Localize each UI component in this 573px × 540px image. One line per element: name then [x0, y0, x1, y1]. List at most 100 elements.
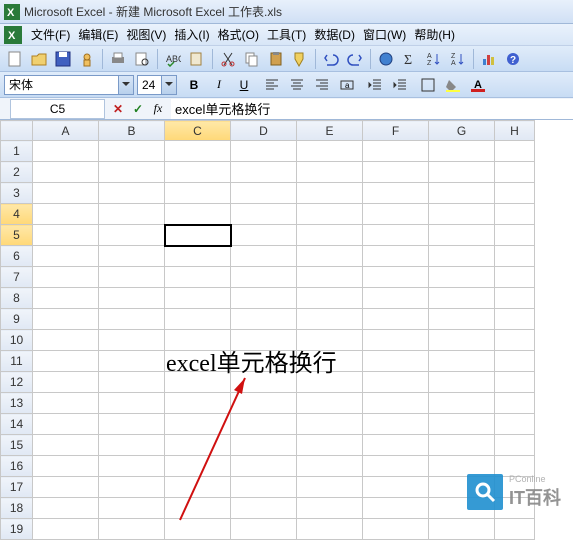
permission-button[interactable]	[76, 48, 98, 70]
cell[interactable]	[33, 204, 99, 225]
cell[interactable]	[99, 414, 165, 435]
menu-help[interactable]: 帮助(H)	[411, 24, 458, 45]
row-header[interactable]: 13	[1, 393, 33, 414]
cell[interactable]	[33, 477, 99, 498]
cell[interactable]	[231, 330, 297, 351]
hyperlink-button[interactable]	[375, 48, 397, 70]
cell[interactable]	[429, 351, 495, 372]
row-header[interactable]: 12	[1, 372, 33, 393]
sort-asc-button[interactable]: AZ	[423, 48, 445, 70]
cell[interactable]	[495, 246, 535, 267]
spelling-button[interactable]: ABC	[162, 48, 184, 70]
cell[interactable]	[429, 330, 495, 351]
menu-tools[interactable]: 工具(T)	[264, 24, 309, 45]
cell[interactable]	[33, 141, 99, 162]
font-select[interactable]: 宋体	[4, 75, 134, 95]
cell[interactable]	[363, 435, 429, 456]
cell[interactable]	[33, 267, 99, 288]
cell[interactable]	[429, 141, 495, 162]
cell[interactable]	[429, 414, 495, 435]
column-header[interactable]: A	[33, 121, 99, 141]
cell[interactable]	[165, 330, 231, 351]
cell[interactable]	[231, 351, 297, 372]
cell[interactable]	[99, 288, 165, 309]
cell[interactable]	[165, 372, 231, 393]
cell[interactable]	[99, 393, 165, 414]
cell[interactable]	[363, 183, 429, 204]
active-cell[interactable]	[165, 225, 231, 246]
cell[interactable]	[231, 456, 297, 477]
cell[interactable]	[495, 330, 535, 351]
cell[interactable]	[33, 393, 99, 414]
cell[interactable]	[165, 204, 231, 225]
cell[interactable]	[495, 267, 535, 288]
row-header[interactable]: 11	[1, 351, 33, 372]
cell[interactable]	[429, 267, 495, 288]
column-header[interactable]: G	[429, 121, 495, 141]
cell[interactable]	[33, 225, 99, 246]
cell[interactable]	[297, 456, 363, 477]
cell[interactable]	[363, 141, 429, 162]
open-button[interactable]	[28, 48, 50, 70]
cell[interactable]	[495, 141, 535, 162]
cell[interactable]	[33, 330, 99, 351]
cell[interactable]	[231, 309, 297, 330]
cell[interactable]	[429, 225, 495, 246]
column-header[interactable]: H	[495, 121, 535, 141]
cell[interactable]	[363, 456, 429, 477]
cell[interactable]	[363, 309, 429, 330]
cell[interactable]	[99, 267, 165, 288]
bold-button[interactable]: B	[183, 74, 205, 96]
column-header[interactable]: D	[231, 121, 297, 141]
cell[interactable]	[363, 414, 429, 435]
paste-button[interactable]	[265, 48, 287, 70]
cell[interactable]	[231, 477, 297, 498]
cell[interactable]	[429, 162, 495, 183]
cell[interactable]	[99, 498, 165, 519]
cell[interactable]	[495, 183, 535, 204]
cell[interactable]	[99, 225, 165, 246]
underline-button[interactable]: U	[233, 74, 255, 96]
cell[interactable]	[33, 435, 99, 456]
cell[interactable]	[231, 372, 297, 393]
row-header[interactable]: 9	[1, 309, 33, 330]
cell[interactable]	[33, 414, 99, 435]
cell[interactable]	[297, 372, 363, 393]
row-header[interactable]: 19	[1, 519, 33, 540]
cell[interactable]	[297, 519, 363, 540]
cell[interactable]	[33, 183, 99, 204]
cell[interactable]	[429, 288, 495, 309]
borders-button[interactable]	[417, 74, 439, 96]
cell[interactable]	[231, 183, 297, 204]
name-box[interactable]: C5	[10, 99, 105, 119]
cell[interactable]	[99, 477, 165, 498]
cell[interactable]	[297, 225, 363, 246]
cell[interactable]	[297, 309, 363, 330]
cell[interactable]	[99, 204, 165, 225]
cut-button[interactable]	[217, 48, 239, 70]
cell[interactable]	[33, 372, 99, 393]
font-color-button[interactable]: A	[467, 74, 489, 96]
cell[interactable]	[429, 246, 495, 267]
cell[interactable]	[33, 288, 99, 309]
cell[interactable]	[165, 183, 231, 204]
cell[interactable]	[363, 330, 429, 351]
cell[interactable]	[363, 477, 429, 498]
cell[interactable]	[165, 351, 231, 372]
menu-window[interactable]: 窗口(W)	[360, 24, 409, 45]
cell[interactable]	[363, 393, 429, 414]
cell[interactable]	[33, 351, 99, 372]
cell[interactable]	[297, 246, 363, 267]
cell[interactable]	[495, 309, 535, 330]
cell[interactable]	[99, 183, 165, 204]
font-size-select[interactable]: 24	[137, 75, 177, 95]
redo-button[interactable]	[344, 48, 366, 70]
formula-input[interactable]: excel单元格换行	[171, 99, 573, 119]
italic-button[interactable]: I	[208, 74, 230, 96]
cell[interactable]	[165, 267, 231, 288]
row-header[interactable]: 3	[1, 183, 33, 204]
cell[interactable]	[363, 519, 429, 540]
menu-view[interactable]: 视图(V)	[123, 24, 169, 45]
new-button[interactable]	[4, 48, 26, 70]
cell[interactable]	[33, 162, 99, 183]
